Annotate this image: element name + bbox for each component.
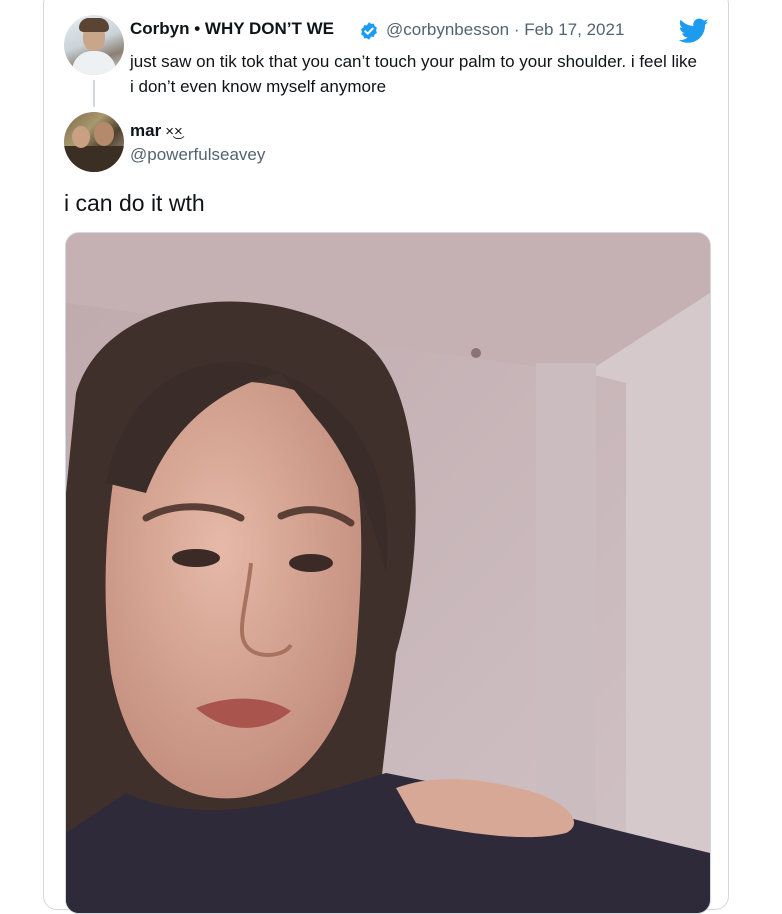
twitter-bird-icon[interactable] (679, 18, 709, 44)
mar-avatar[interactable] (64, 112, 124, 172)
tweet-photo[interactable] (65, 232, 711, 914)
name-emoji: ×͜× (165, 123, 183, 140)
quoted-display-name[interactable]: Corbyn • WHY DON’T WE (130, 19, 334, 39)
reply-tweet-text: i can do it wth (64, 190, 205, 216)
reply-name-text: mar (130, 121, 162, 140)
verified-badge-icon (361, 22, 377, 40)
thread-connector-line (93, 80, 95, 107)
quoted-handle-and-date[interactable]: @corbynbesson · Feb 17, 2021 (386, 20, 624, 40)
reply-display-name[interactable]: mar ×͜× (130, 121, 183, 141)
corbyn-avatar[interactable] (64, 15, 124, 75)
reply-handle[interactable]: @powerfulseavey (130, 145, 265, 165)
quoted-tweet-text: just saw on tik tok that you can’t touch… (130, 52, 697, 96)
